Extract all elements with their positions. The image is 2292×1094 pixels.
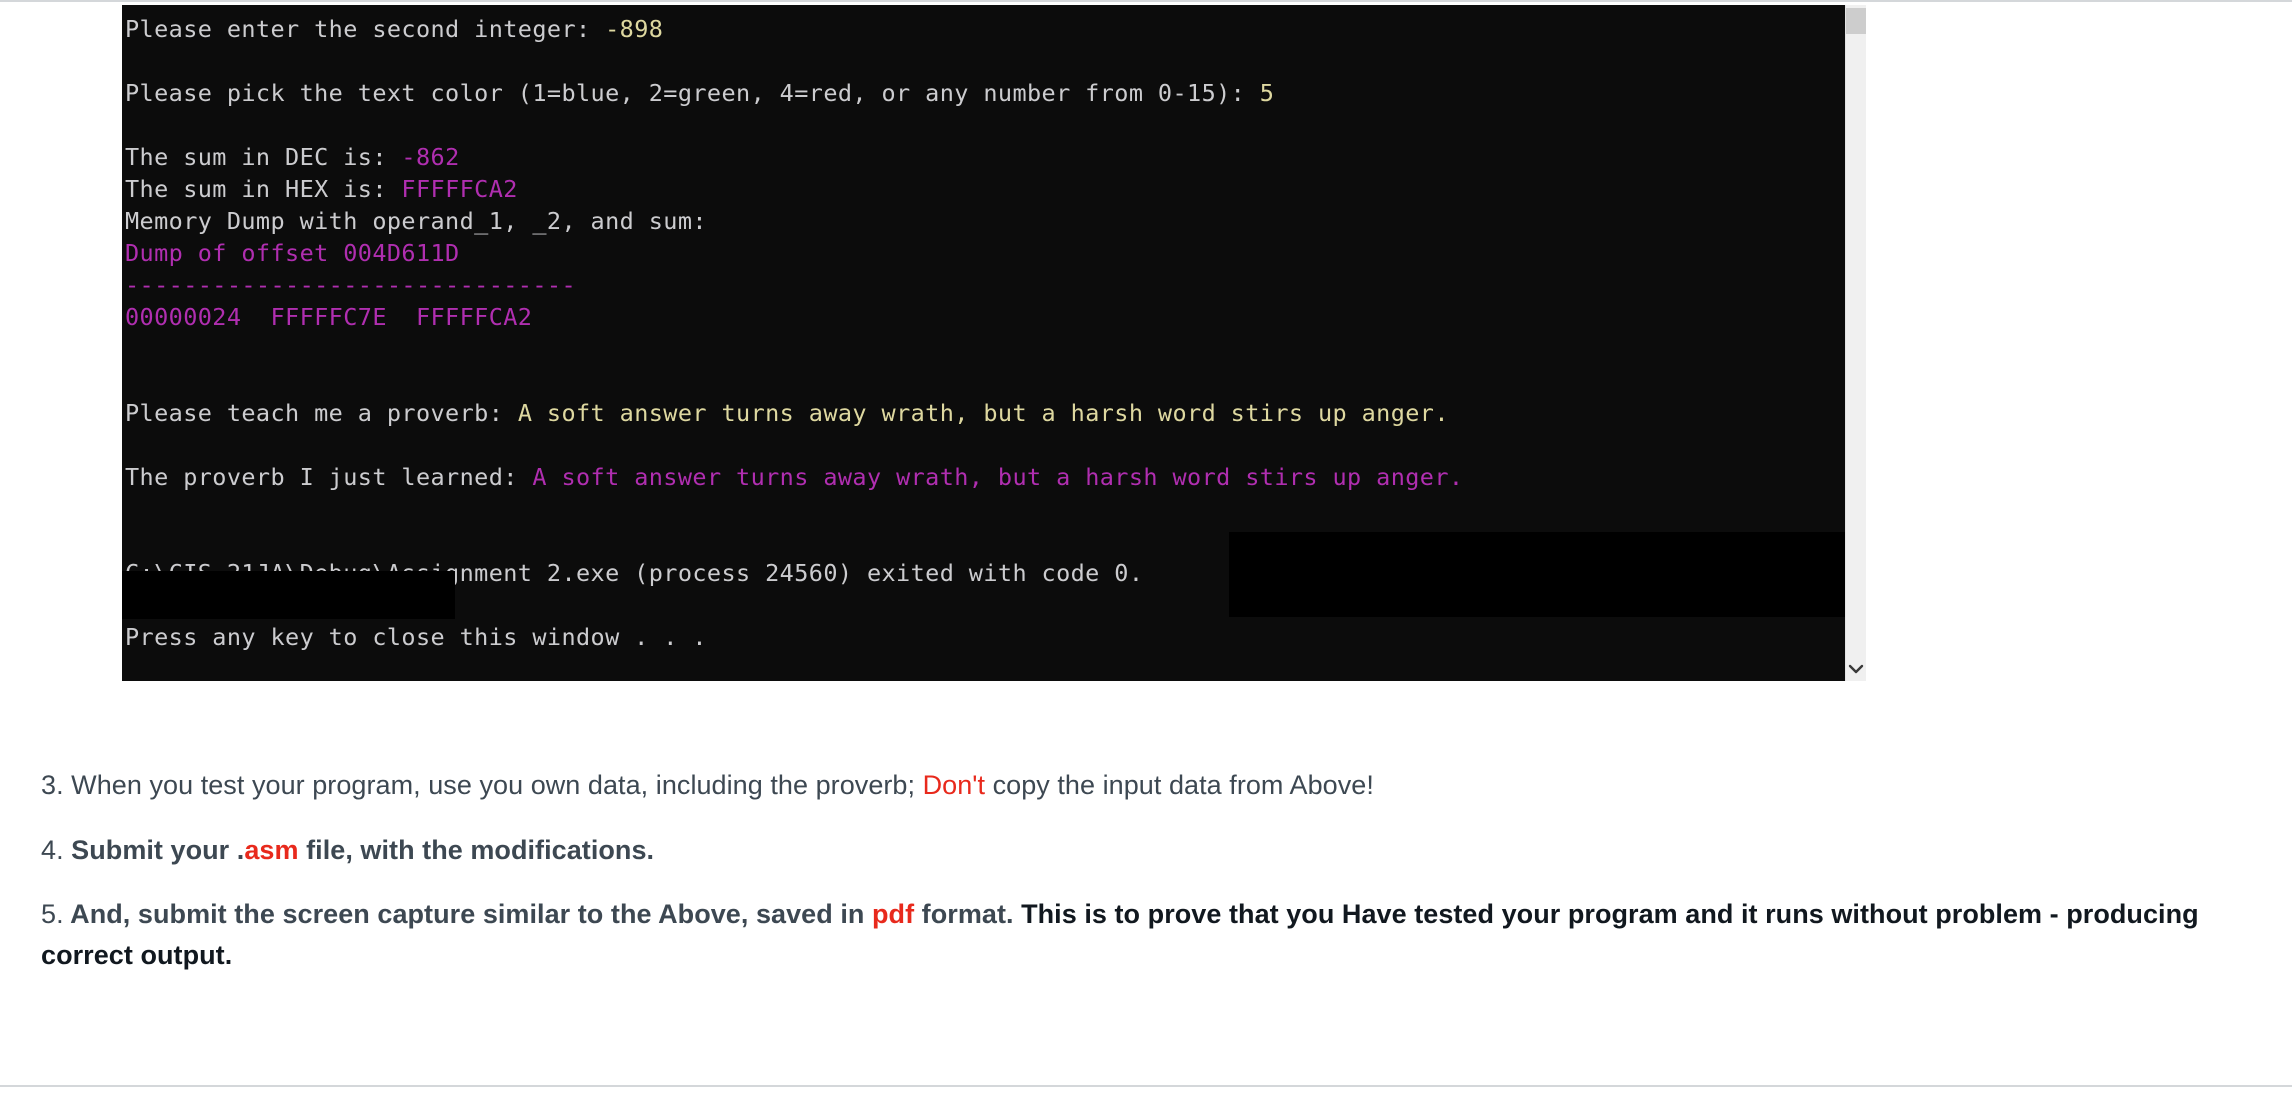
console-text-segment: A soft answer turns away wrath, but a ha…: [532, 463, 1464, 491]
item5-emphasis: pdf: [871, 899, 915, 929]
console-text-segment: 5: [1259, 79, 1275, 107]
console-line: Please enter the second integer: -898: [125, 13, 1795, 45]
item5-text-middle: format.: [914, 899, 1022, 929]
console-line: Please teach me a proverb: A soft answer…: [125, 397, 1795, 429]
console-line: 00000024 FFFFFC7E FFFFFCA2: [125, 301, 1795, 333]
console-line: The sum in HEX is: FFFFFCA2: [125, 173, 1795, 205]
item3-text-after: copy the input data from Above!: [985, 770, 1374, 800]
console-scrollbar[interactable]: [1845, 5, 1866, 681]
console-text-segment: -898: [605, 15, 664, 43]
scrollbar-thumb[interactable]: [1846, 8, 1866, 34]
console-line: The proverb I just learned: A soft answe…: [125, 461, 1795, 493]
console-line: Dump of offset 004D611D: [125, 237, 1795, 269]
bottom-divider: [0, 1085, 2292, 1087]
chevron-down-icon[interactable]: [1846, 658, 1866, 680]
instruction-list: 3. When you test your program, use you o…: [41, 765, 2256, 975]
console-text-segment: Press any key to close this window . . .: [125, 623, 707, 651]
console-text-segment: Dump of offset 004D611D: [125, 239, 460, 267]
console-text-segment: The sum in HEX is:: [125, 175, 402, 203]
instruction-item-4: 4. Submit your .asm file, with the modif…: [41, 830, 2256, 871]
item5-number: 5.: [41, 899, 64, 929]
console-text-segment: Please pick the text color (1=blue, 2=gr…: [125, 79, 1260, 107]
item4-number: 4.: [41, 834, 64, 865]
console-line: -------------------------------: [125, 269, 1795, 301]
console-text-segment: -862: [401, 143, 460, 171]
console-line: Memory Dump with operand_1, _2, and sum:: [125, 205, 1795, 237]
console-line: The sum in DEC is: -862: [125, 141, 1795, 173]
item5-text-before: And, submit the screen capture similar t…: [63, 899, 872, 929]
console-text-segment: Please enter the second integer:: [125, 15, 606, 43]
item4-text-before: Submit your: [63, 834, 237, 865]
instruction-item-3: 3. When you test your program, use you o…: [41, 765, 2256, 806]
redaction-block-right: [1229, 532, 1845, 617]
item3-emphasis: Don't: [922, 770, 986, 800]
console-text-segment: 00000024 FFFFFC7E FFFFFCA2: [125, 303, 533, 331]
console-text-segment: FFFFFCA2: [401, 175, 518, 203]
item3-text-before: When you test your program, use you own …: [63, 770, 923, 800]
console-text-segment: -------------------------------: [125, 271, 576, 299]
console-line: Press any key to close this window . . .: [125, 621, 1795, 653]
top-divider: [0, 0, 2292, 2]
item3-number: 3.: [41, 770, 64, 800]
item4-emphasis: asm: [244, 834, 299, 865]
console-text-segment: A soft answer turns away wrath, but a ha…: [517, 399, 1449, 427]
console-text-segment: Memory Dump with operand_1, _2, and sum:: [125, 207, 707, 235]
console-text-segment: The sum in DEC is:: [125, 143, 402, 171]
console-text-segment: Please teach me a proverb:: [125, 399, 518, 427]
instruction-item-5: 5. And, submit the screen capture simila…: [41, 894, 2256, 975]
item4-text-after: file, with the modifications.: [298, 834, 655, 865]
console-output-screenshot: Please enter the second integer: -898 Ple…: [122, 5, 1845, 681]
console-text-segment: The proverb I just learned:: [125, 463, 533, 491]
console-line: Please pick the text color (1=blue, 2=gr…: [125, 77, 1795, 109]
redaction-block-left: [122, 571, 455, 619]
